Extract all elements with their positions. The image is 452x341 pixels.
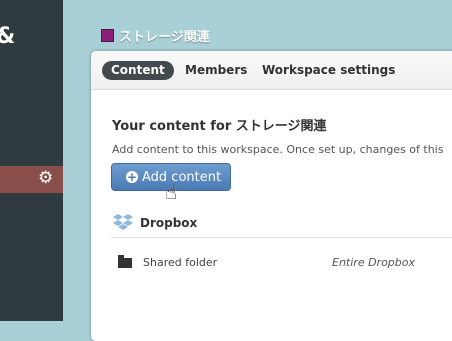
folder-name: Shared folder xyxy=(143,256,218,269)
provider-name: Dropbox xyxy=(140,216,198,230)
tab-members[interactable]: Members xyxy=(185,61,247,80)
dropbox-icon xyxy=(113,214,133,230)
workspace-title: ストレージ関連 xyxy=(119,29,210,45)
provider-header: Dropbox xyxy=(113,214,197,232)
content-title: Your content for ストレージ関連 xyxy=(112,119,327,134)
hand-cursor-icon: ☝ xyxy=(165,180,178,204)
folder-row[interactable]: Shared folder xyxy=(118,254,218,269)
sidebar: & ⚙ xyxy=(0,0,63,321)
tab-workspace-settings[interactable]: Workspace settings xyxy=(262,61,395,80)
divider xyxy=(111,237,452,238)
content-description: Add content to this workspace. Once set … xyxy=(112,143,444,156)
plus-icon: + xyxy=(126,170,138,184)
tab-content[interactable]: Content xyxy=(102,61,174,80)
logo-icon: & xyxy=(0,26,15,48)
workspace-panel: Content Members Workspace settings Your … xyxy=(91,51,452,341)
folder-scope: Entire Dropbox xyxy=(332,256,416,269)
add-content-label: Add content xyxy=(142,169,222,185)
gear-icon[interactable]: ⚙ xyxy=(38,170,53,187)
sidebar-item-active[interactable] xyxy=(0,166,63,193)
folder-icon xyxy=(118,254,132,268)
workspace-color-swatch xyxy=(101,28,114,42)
workspace-header: ストレージ関連 xyxy=(101,26,210,45)
tab-bar: Content Members Workspace settings xyxy=(91,51,452,90)
